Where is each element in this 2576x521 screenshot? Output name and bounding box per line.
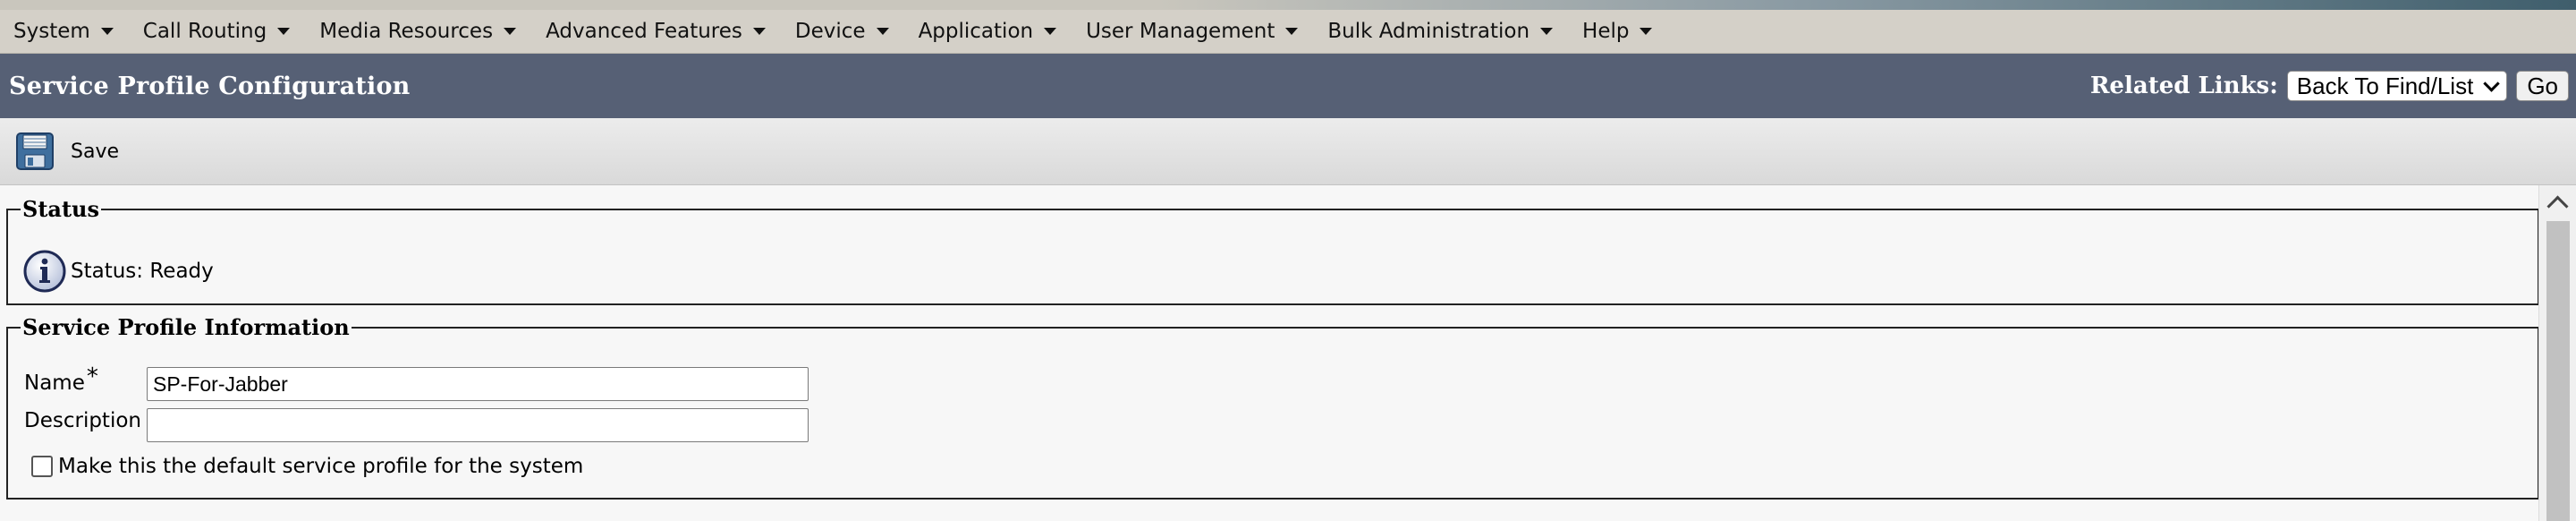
menu-call-routing[interactable]: Call Routing (130, 10, 306, 53)
menu-system[interactable]: System (0, 10, 130, 53)
caret-down-icon (277, 28, 291, 35)
default-profile-row: Make this the default service profile fo… (31, 455, 583, 478)
menu-label: System (13, 20, 90, 43)
menu-user-management[interactable]: User Management (1072, 10, 1314, 53)
default-profile-label: Make this the default service profile fo… (58, 455, 584, 478)
chevron-up-icon (2546, 194, 2569, 218)
name-label: Name* (24, 363, 98, 396)
related-links-label: Related Links: (2089, 73, 2278, 99)
menu-advanced-features[interactable]: Advanced Features (532, 10, 782, 53)
menu-media-resources[interactable]: Media Resources (306, 10, 532, 53)
related-links-value: Back To Find/List (2296, 72, 2474, 99)
save-button[interactable]: Save (15, 132, 119, 171)
scroll-up-button[interactable] (2539, 185, 2576, 218)
caret-down-icon (100, 28, 114, 35)
go-button[interactable]: Go (2516, 71, 2569, 101)
save-label: Save (71, 140, 120, 163)
name-label-text: Name (24, 372, 85, 395)
menu-help[interactable]: Help (1569, 10, 1668, 53)
chevron-down-icon (2483, 74, 2501, 92)
toolbar: Save (0, 118, 2576, 185)
status-text: Status: Ready (71, 260, 214, 283)
required-asterisk: * (86, 363, 98, 390)
menu-label: Help (1582, 20, 1630, 43)
status-legend: Status (22, 196, 100, 222)
status-row: Status: Ready (22, 249, 214, 294)
default-profile-checkbox[interactable] (31, 456, 53, 477)
description-input[interactable] (147, 408, 809, 442)
main-menu-bar: System Call Routing Media Resources Adva… (0, 10, 2576, 54)
caret-down-icon (1044, 28, 1057, 35)
caret-down-icon (752, 28, 766, 35)
floppy-disk-icon (16, 132, 54, 170)
caret-down-icon (876, 28, 889, 35)
main-content: Status Status: Ready Service Profile Inf… (0, 185, 2539, 521)
related-links: Related Links: Back To Find/List Go (2090, 71, 2576, 101)
caret-down-icon (1640, 28, 1653, 35)
menu-label: Call Routing (142, 20, 267, 43)
info-legend: Service Profile Information (22, 314, 350, 340)
scrollbar-thumb[interactable] (2546, 221, 2570, 521)
menu-label: Application (918, 20, 1034, 43)
menu-application[interactable]: Application (905, 10, 1073, 53)
menu-label: User Management (1086, 20, 1275, 43)
vertical-scrollbar[interactable] (2538, 185, 2576, 521)
caret-down-icon (1540, 28, 1554, 35)
menu-label: Bulk Administration (1327, 20, 1530, 43)
page-header: Service Profile Configuration Related Li… (0, 54, 2576, 118)
status-section: Status Status: Ready (6, 196, 2539, 305)
menu-device[interactable]: Device (782, 10, 905, 53)
caret-down-icon (504, 28, 517, 35)
service-profile-info-section: Service Profile Information Name* Descri… (6, 314, 2539, 500)
description-label: Description (24, 409, 141, 432)
menu-bulk-administration[interactable]: Bulk Administration (1314, 10, 1569, 53)
menu-label: Device (794, 20, 866, 43)
info-icon (23, 250, 66, 293)
menu-label: Advanced Features (546, 20, 742, 43)
page-title: Service Profile Configuration (9, 72, 411, 100)
name-input[interactable] (147, 367, 809, 401)
related-links-select[interactable]: Back To Find/List (2286, 71, 2508, 101)
window-top-strip (0, 0, 2576, 10)
caret-down-icon (1285, 28, 1299, 35)
menu-label: Media Resources (319, 20, 494, 43)
